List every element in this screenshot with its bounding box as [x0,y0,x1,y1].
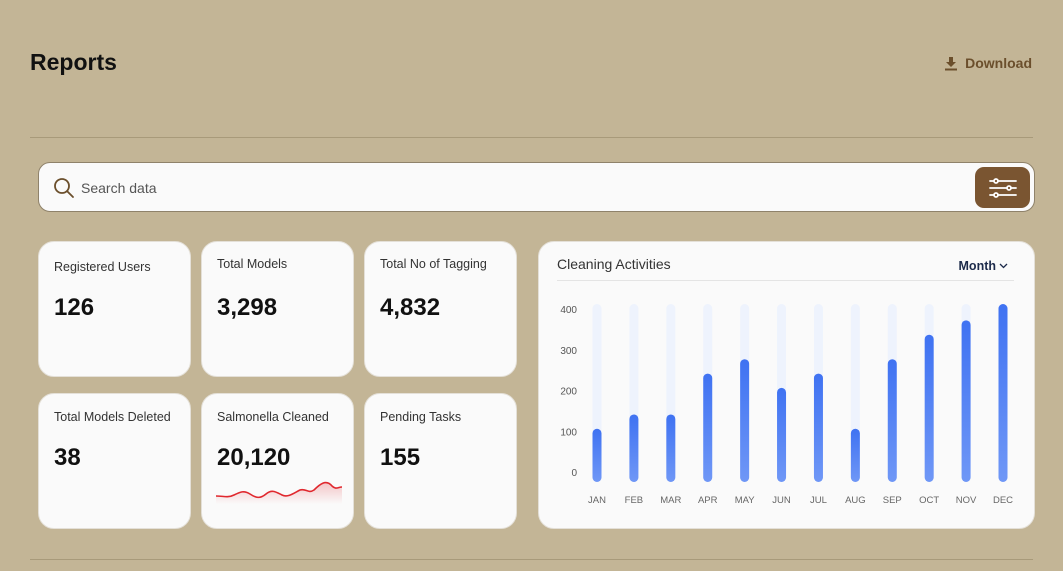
bar-jul[interactable] [813,373,823,482]
header-divider [30,137,1033,138]
y-tick-label: 300 [560,346,577,357]
x-tick-label: DEC [993,495,1013,506]
y-tick-label: 200 [560,387,577,398]
search-bar [38,162,1035,212]
y-tick-label: 400 [560,305,577,316]
stat-label: Total No of Tagging [380,257,487,271]
filter-button[interactable] [975,167,1030,208]
bar-oct[interactable] [924,334,934,482]
x-tick-label: JUL [810,495,827,506]
stat-card-registered-users[interactable]: Registered Users 126 [38,241,191,377]
x-tick-label: APR [698,495,718,506]
sliders-icon [988,177,1017,198]
bar-may[interactable] [740,359,750,482]
stat-value: 20,120 [217,444,291,471]
bar-dec[interactable] [998,304,1008,482]
stat-card-total-tagging[interactable]: Total No of Tagging 4,832 [364,241,517,377]
stat-label: Total Models [217,257,288,271]
stat-value: 126 [54,294,95,321]
stat-label: Pending Tasks [380,410,462,424]
search-icon [54,178,74,198]
page-title: Reports [30,49,117,75]
stat-card-total-models[interactable]: Total Models 3,298 [201,241,354,377]
stat-value: 155 [380,444,421,471]
stat-value: 38 [54,444,81,471]
stat-label: Total Models Deleted [54,410,171,424]
download-icon [945,56,958,70]
stat-card-salmonella-cleaned[interactable]: Salmonella Cleaned 20,120 [201,393,354,529]
cleaning-activities-chart-card: Cleaning Activities Month 0 100 200 300 400 J… [538,241,1035,529]
search-input[interactable] [81,175,961,201]
bar-jun[interactable] [777,387,787,482]
bar-apr[interactable] [703,373,713,482]
stat-value: 3,298 [217,294,278,321]
sparkline [216,481,342,504]
footer-divider [30,559,1033,560]
download-label: Download [965,55,1032,71]
x-tick-label: OCT [919,495,939,506]
x-tick-label: NOV [956,495,977,506]
x-tick-label: AUG [845,495,866,506]
bar-feb[interactable] [629,414,639,482]
stat-label: Salmonella Cleaned [217,410,329,424]
bar-chart: 0 100 200 300 400 JAN FEB MAR APR MAY JUN JUL AUG SEP… [560,304,1013,506]
stat-value: 4,832 [380,294,441,321]
x-tick-label: MAY [735,495,756,506]
x-tick-label: SEP [883,495,902,506]
bar-nov[interactable] [961,320,971,482]
bar-sep[interactable] [887,359,897,482]
x-tick-label: FEB [625,495,643,506]
stat-card-models-deleted[interactable]: Total Models Deleted 38 [38,393,191,529]
stat-label: Registered Users [54,260,151,274]
download-button[interactable]: Download [944,55,1032,71]
y-tick-label: 0 [571,468,577,479]
bar-mar[interactable] [666,414,676,482]
stat-card-pending-tasks[interactable]: Pending Tasks 155 [364,393,517,529]
x-tick-label: JAN [588,495,606,506]
x-tick-label: JUN [772,495,791,506]
y-tick-label: 100 [560,427,577,438]
x-tick-label: MAR [660,495,681,506]
bar-aug[interactable] [850,428,860,482]
bar-jan[interactable] [592,428,602,482]
